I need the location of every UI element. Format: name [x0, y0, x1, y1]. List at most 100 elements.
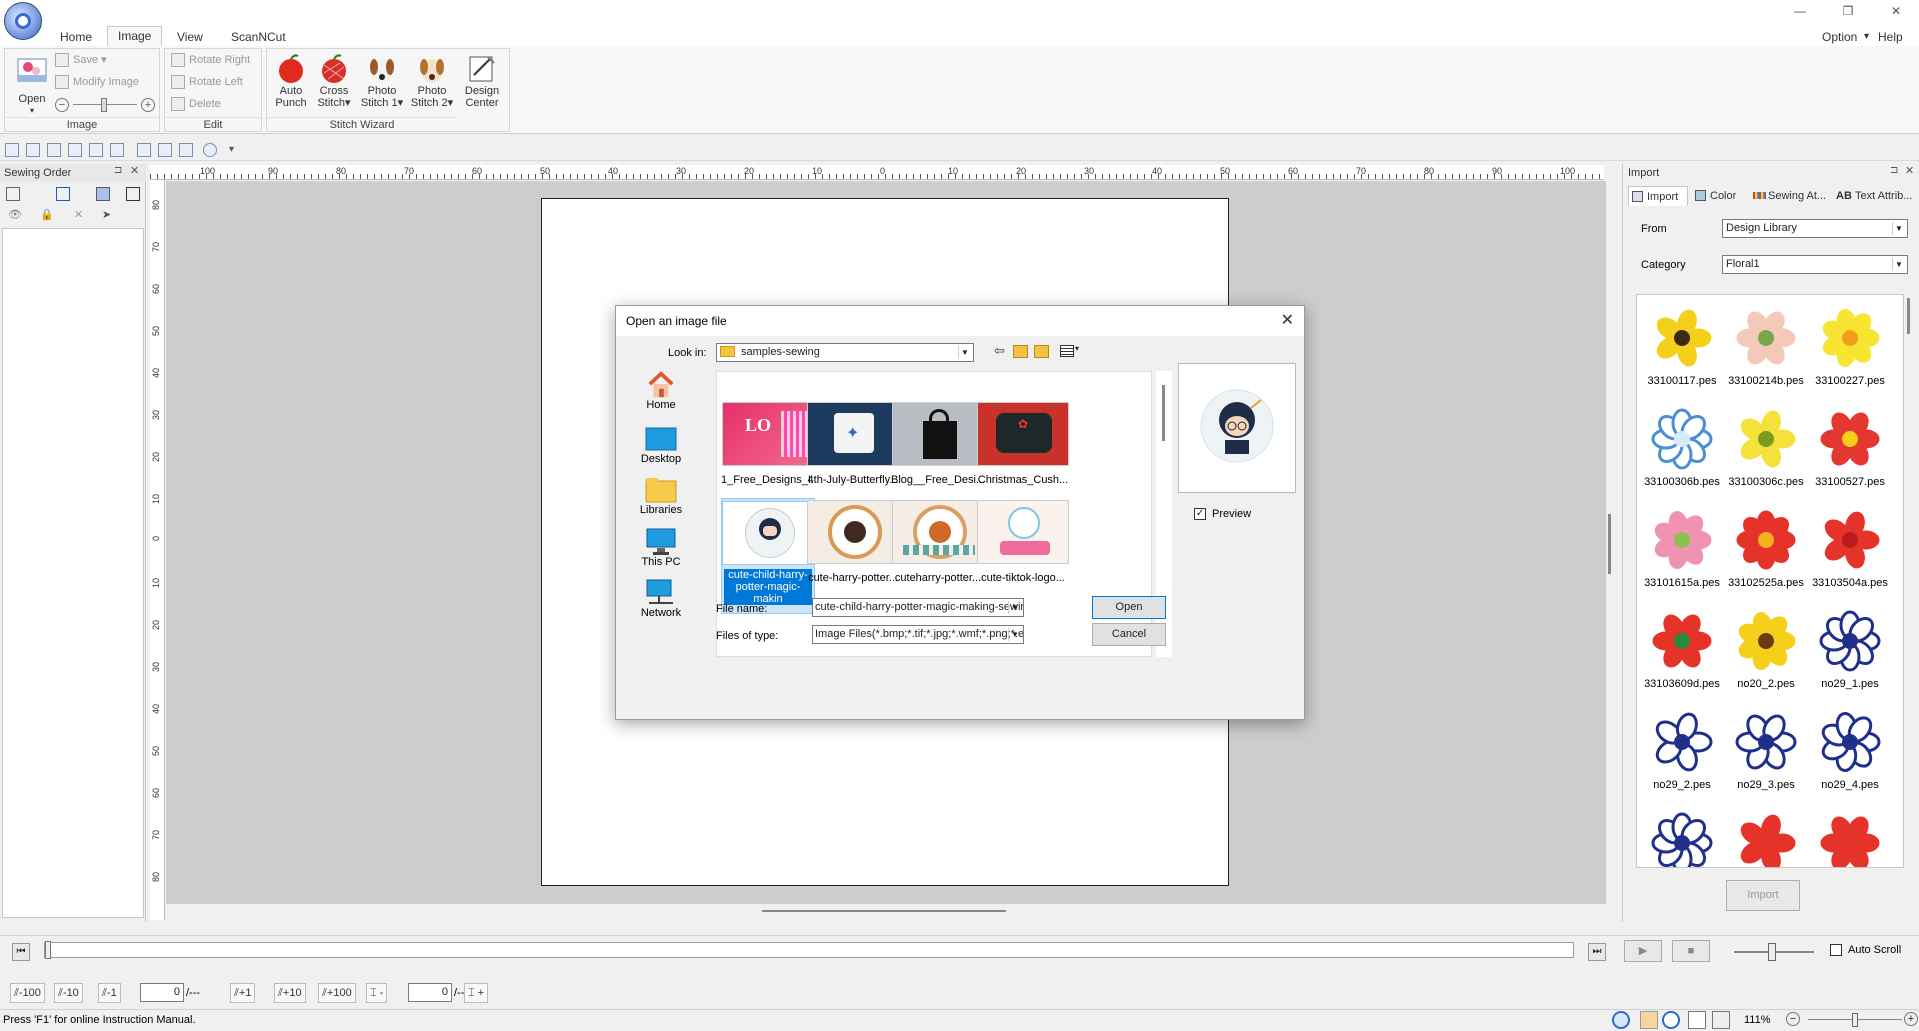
frame-icon[interactable] — [126, 187, 140, 201]
view-mode-4-icon[interactable] — [1688, 1011, 1706, 1029]
tab-sewing-attributes[interactable]: Sewing At... — [1750, 186, 1834, 206]
delete-button[interactable]: Delete — [169, 95, 259, 113]
dialog-close-icon[interactable]: ✕ — [1281, 310, 1294, 330]
forward-100-button[interactable]: ⫽+100 — [318, 983, 356, 1003]
file-item-selected[interactable]: cute-child-harry-potter-magic-makin — [721, 498, 815, 614]
color-prev-button[interactable]: ⌶ - — [366, 983, 388, 1003]
place-desktop[interactable]: Desktop — [626, 425, 696, 465]
view-mode-3-icon[interactable] — [1662, 1011, 1680, 1029]
design-item[interactable]: no29_1.pes — [1809, 604, 1891, 704]
back-1-button[interactable]: ⫽-1 — [98, 983, 121, 1003]
auto-punch-button[interactable]: Auto Punch — [271, 53, 311, 109]
design-item[interactable]: 33102525a.pes — [1725, 503, 1807, 603]
design-item[interactable]: 33100117.pes — [1641, 301, 1723, 401]
zoom-out-icon[interactable]: − — [1786, 1012, 1800, 1026]
open-file-button[interactable]: Open — [1092, 596, 1166, 619]
design-item[interactable]: 33101615a.pes — [1641, 503, 1723, 603]
save-disk-icon[interactable] — [47, 143, 61, 157]
skip-to-end-icon[interactable]: ⏭ — [1588, 943, 1606, 961]
properties-icon[interactable] — [179, 143, 193, 157]
design-item[interactable]: 33103609d.pes — [1641, 604, 1723, 704]
file-item[interactable]: cuteharry-potter... — [891, 498, 985, 614]
design-item[interactable]: 33100227.pes — [1809, 301, 1891, 401]
modify-image-button[interactable]: Modify Image — [53, 73, 153, 91]
design-grid-scroll-thumb[interactable] — [1907, 298, 1910, 334]
cross-stitch-button[interactable]: Cross Stitch▾ — [313, 53, 355, 109]
preview-icon[interactable] — [137, 143, 151, 157]
tab-import[interactable]: Import — [1628, 186, 1688, 206]
place-libraries[interactable]: Libraries — [626, 476, 696, 516]
redo-icon[interactable] — [110, 143, 124, 157]
design-item[interactable]: no29_2.pes — [1641, 705, 1723, 805]
help-icon[interactable] — [203, 143, 217, 157]
photo-stitch-2-button[interactable]: Photo Stitch 2▾ — [409, 53, 455, 109]
view-mode-1-icon[interactable] — [1612, 1011, 1630, 1029]
app-menu-button[interactable] — [4, 2, 42, 40]
pin-icon[interactable]: ⊐ — [114, 165, 122, 176]
design-grid-scrollbar[interactable] — [1904, 294, 1914, 868]
tab-home[interactable]: Home — [60, 28, 92, 46]
design-item[interactable]: 33100306c.pes — [1725, 402, 1807, 502]
panel-close-icon[interactable]: ✕ — [130, 164, 139, 177]
select-arrow-icon[interactable]: ➤ — [102, 208, 111, 221]
zoom-icon[interactable] — [68, 143, 82, 157]
forward-1-button[interactable]: ⫽+1 — [230, 983, 256, 1003]
from-select[interactable]: Design Library ▼ — [1722, 219, 1908, 238]
forward-10-button[interactable]: ⫽+10 — [274, 983, 306, 1003]
file-name-input[interactable]: cute-child-harry-potter-magic-making-sew… — [812, 598, 1024, 617]
design-item[interactable]: no29_5.pes — [1641, 806, 1723, 867]
option-menu[interactable]: Option — [1822, 28, 1857, 46]
sewing-order-list[interactable] — [2, 228, 144, 918]
zoom-slider[interactable] — [1808, 1012, 1902, 1028]
undo-icon[interactable] — [89, 143, 103, 157]
preview-checkbox[interactable]: ✓ — [1194, 508, 1206, 520]
color-sort-icon[interactable] — [96, 187, 110, 201]
stop-icon[interactable]: ■ — [1672, 940, 1710, 962]
canvas-vertical-scroll-thumb[interactable] — [1608, 514, 1611, 574]
hide-icon[interactable]: ✕ — [74, 208, 83, 221]
view-mode-5-icon[interactable] — [1712, 1011, 1730, 1029]
design-item[interactable]: 33100527.pes — [1809, 402, 1891, 502]
design-item[interactable]: 33100306b.pes — [1641, 402, 1723, 502]
back-100-button[interactable]: ⫽-100 — [10, 983, 45, 1003]
design-item[interactable]: no29_7.pes — [1809, 806, 1891, 867]
place-network[interactable]: Network — [626, 579, 696, 619]
tab-image[interactable]: Image — [107, 26, 163, 47]
category-select[interactable]: Floral1 ▼ — [1722, 255, 1908, 274]
tab-view[interactable]: View — [177, 28, 203, 46]
color-next-button[interactable]: ⌶ + — [464, 983, 489, 1003]
look-in-select[interactable]: samples-sewing ▼ — [716, 343, 974, 362]
design-library-grid[interactable]: 33100117.pes 33100214b.pes 33100227.pes 331… — [1636, 294, 1904, 868]
up-folder-icon[interactable] — [1013, 345, 1028, 358]
skip-to-start-icon[interactable]: ⏮ — [12, 943, 30, 961]
tab-color[interactable]: Color — [1692, 186, 1752, 206]
new-folder-icon[interactable] — [1034, 345, 1049, 358]
stitch-timeline-slider[interactable] — [44, 941, 1574, 959]
slider-thumb[interactable] — [101, 98, 107, 112]
lock-icon[interactable]: 🔒 — [40, 208, 54, 221]
file-item[interactable]: cute-tiktok-logo... — [976, 498, 1070, 614]
file-item[interactable]: cute-harry-potter... — [806, 498, 900, 614]
back-10-button[interactable]: ⫽-10 — [54, 983, 83, 1003]
pin-icon[interactable]: ⊐ — [1890, 165, 1898, 176]
design-item[interactable]: 33103504a.pes — [1809, 503, 1891, 603]
import-button[interactable]: Import — [1726, 880, 1800, 911]
auto-scroll-checkbox[interactable] — [1830, 944, 1842, 956]
design-center-button[interactable]: Design Center — [459, 53, 505, 109]
play-icon[interactable]: ▶ — [1624, 940, 1662, 962]
design-item[interactable]: no20_2.pes — [1725, 604, 1807, 704]
design-item[interactable]: no29_6.pes — [1725, 806, 1807, 867]
view-menu-icon[interactable] — [1060, 345, 1074, 357]
place-this-pc[interactable]: This PC — [626, 528, 696, 568]
save-button[interactable]: Save ▾ — [53, 51, 153, 69]
photo-stitch-1-button[interactable]: Photo Stitch 1▾ — [359, 53, 405, 109]
back-arrow-icon[interactable]: ⇦ — [994, 343, 1005, 359]
stitch-counter-input[interactable]: 0 — [140, 983, 184, 1002]
minimize-button[interactable]: — — [1780, 2, 1820, 20]
file-list-scroll-thumb[interactable] — [1162, 385, 1165, 441]
realistic-preview-icon[interactable] — [158, 143, 172, 157]
close-button[interactable]: ✕ — [1876, 2, 1916, 20]
group-icon[interactable] — [56, 187, 70, 201]
canvas-horizontal-scrollbar[interactable] — [166, 904, 1606, 920]
image-transparency-slider[interactable]: − + — [53, 95, 157, 115]
